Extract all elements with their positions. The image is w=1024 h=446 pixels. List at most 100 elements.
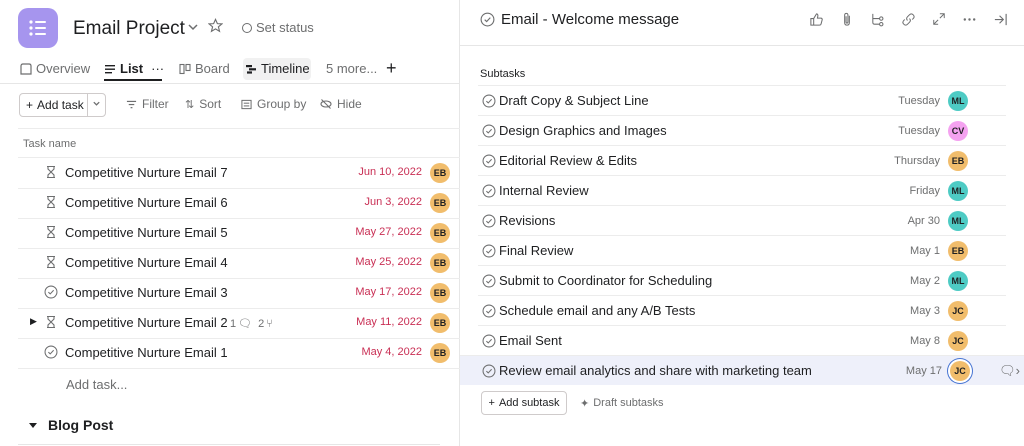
subtask-name[interactable]: Design Graphics and Images bbox=[499, 123, 667, 138]
subtask-row[interactable]: Final Review May 1 EB bbox=[478, 235, 1006, 265]
subtask-row[interactable]: Review email analytics and share with ma… bbox=[460, 355, 1024, 385]
due-date[interactable]: Jun 3, 2022 bbox=[365, 196, 423, 208]
sort-button[interactable]: ⇅ Sort bbox=[185, 97, 221, 111]
task-row[interactable]: Competitive Nurture Email 5 May 27, 2022 E… bbox=[18, 218, 460, 248]
task-row[interactable]: ▶ Competitive Nurture Email 2 1 🗨 2 ⑂ May 11, … bbox=[18, 308, 460, 338]
comment-icon[interactable]: 🗨› bbox=[999, 363, 1020, 379]
subtask-name[interactable]: Editorial Review & Edits bbox=[499, 153, 637, 168]
avatar[interactable]: EB bbox=[430, 253, 450, 273]
avatar[interactable]: ML bbox=[948, 271, 968, 291]
subtask-name[interactable]: Final Review bbox=[499, 243, 573, 258]
subtask-due-date[interactable]: Thursday bbox=[894, 155, 940, 167]
add-task-main[interactable]: + Add task bbox=[20, 94, 88, 116]
subtask-due-date[interactable]: Friday bbox=[909, 185, 940, 197]
tab-board[interactable]: Board bbox=[179, 61, 230, 76]
due-date[interactable]: Jun 10, 2022 bbox=[358, 166, 422, 178]
hourglass-icon[interactable] bbox=[44, 255, 58, 274]
check-circle-icon[interactable] bbox=[482, 364, 496, 383]
subtask-row[interactable]: Editorial Review & Edits Thursday EB bbox=[478, 145, 1006, 175]
star-icon[interactable] bbox=[207, 18, 224, 36]
detail-task-title[interactable]: Email - Welcome message bbox=[501, 11, 679, 28]
section-header-blog-post[interactable]: Blog Post bbox=[28, 417, 113, 433]
avatar[interactable]: EB bbox=[430, 343, 450, 363]
tab-overview[interactable]: Overview bbox=[20, 61, 90, 76]
subtask-due-date[interactable]: May 8 bbox=[910, 335, 940, 347]
add-tab-plus-icon[interactable]: + bbox=[386, 58, 397, 79]
task-meta[interactable]: 1 🗨 2 ⑂ bbox=[230, 317, 273, 330]
avatar[interactable]: JC bbox=[948, 301, 968, 321]
chevron-down-icon[interactable] bbox=[187, 20, 199, 36]
task-row[interactable]: Competitive Nurture Email 7 Jun 10, 2022 E… bbox=[18, 158, 460, 188]
set-status-button[interactable]: Set status bbox=[242, 20, 314, 35]
tab-list[interactable]: List ··· bbox=[104, 61, 164, 76]
task-name[interactable]: Competitive Nurture Email 2 bbox=[65, 315, 228, 330]
task-name[interactable]: Competitive Nurture Email 1 bbox=[65, 345, 228, 360]
add-task-dropdown-icon[interactable] bbox=[88, 99, 105, 111]
avatar[interactable]: CV bbox=[948, 121, 968, 141]
avatar[interactable]: EB bbox=[430, 223, 450, 243]
subtask-due-date[interactable]: Tuesday bbox=[898, 95, 940, 107]
task-row[interactable]: Competitive Nurture Email 1 May 4, 2022 EB bbox=[18, 338, 460, 368]
subtask-row[interactable]: Email Sent May 8 JC bbox=[478, 325, 1006, 355]
avatar[interactable]: ML bbox=[948, 181, 968, 201]
avatar[interactable]: JC bbox=[948, 331, 968, 351]
check-circle-icon[interactable] bbox=[482, 244, 496, 263]
subtask-row[interactable]: Internal Review Friday ML bbox=[478, 175, 1006, 205]
check-circle-icon[interactable] bbox=[482, 124, 496, 143]
subtask-due-date[interactable]: Tuesday bbox=[898, 125, 940, 137]
subtask-due-date[interactable]: May 2 bbox=[910, 275, 940, 287]
draft-subtasks-button[interactable]: ✦ Draft subtasks bbox=[580, 397, 664, 410]
project-title[interactable]: Email Project bbox=[73, 18, 185, 40]
close-pane-icon[interactable] bbox=[993, 12, 1008, 27]
caret-down-icon[interactable] bbox=[28, 420, 38, 430]
link-icon[interactable] bbox=[901, 12, 916, 27]
tab-more-icon[interactable]: ··· bbox=[151, 61, 164, 76]
more-options-icon[interactable] bbox=[962, 12, 977, 27]
subtask-row[interactable]: Submit to Coordinator for Scheduling May … bbox=[478, 265, 1006, 295]
task-row[interactable]: Competitive Nurture Email 4 May 25, 2022 E… bbox=[18, 248, 460, 278]
avatar[interactable]: EB bbox=[430, 313, 450, 333]
avatar[interactable]: EB bbox=[430, 283, 450, 303]
avatar[interactable]: ML bbox=[948, 91, 968, 111]
subtask-due-date[interactable]: May 1 bbox=[910, 245, 940, 257]
mark-complete-icon[interactable] bbox=[480, 12, 495, 27]
check-circle-icon[interactable] bbox=[482, 94, 496, 113]
subtask-name[interactable]: Review email analytics and share with ma… bbox=[499, 363, 812, 378]
subtask-due-date[interactable]: May 17 bbox=[906, 365, 942, 377]
avatar[interactable]: EB bbox=[430, 193, 450, 213]
avatar[interactable]: ML bbox=[948, 211, 968, 231]
add-task-button[interactable]: + Add task bbox=[19, 93, 106, 117]
add-task-inline-link[interactable]: Add task... bbox=[66, 377, 127, 392]
avatar[interactable]: JC bbox=[950, 361, 970, 381]
subtask-due-date[interactable]: May 3 bbox=[910, 305, 940, 317]
task-name[interactable]: Competitive Nurture Email 6 bbox=[65, 195, 228, 210]
task-name[interactable]: Competitive Nurture Email 5 bbox=[65, 225, 228, 240]
subtask-name[interactable]: Revisions bbox=[499, 213, 555, 228]
filter-button[interactable]: Filter bbox=[126, 97, 169, 111]
hourglass-icon[interactable] bbox=[44, 165, 58, 184]
paperclip-icon[interactable] bbox=[840, 12, 854, 27]
subtask-name[interactable]: Email Sent bbox=[499, 333, 562, 348]
check-circle-icon[interactable] bbox=[44, 285, 58, 304]
avatar[interactable]: EB bbox=[430, 163, 450, 183]
subtask-name[interactable]: Internal Review bbox=[499, 183, 589, 198]
subtask-row[interactable]: Design Graphics and Images Tuesday CV bbox=[478, 115, 1006, 145]
task-name[interactable]: Competitive Nurture Email 7 bbox=[65, 165, 228, 180]
due-date[interactable]: May 4, 2022 bbox=[361, 346, 422, 358]
subtask-row[interactable]: Revisions Apr 30 ML bbox=[478, 205, 1006, 235]
task-row[interactable]: Competitive Nurture Email 6 Jun 3, 2022 EB bbox=[18, 188, 460, 218]
check-circle-icon[interactable] bbox=[44, 345, 58, 364]
check-circle-icon[interactable] bbox=[482, 304, 496, 323]
check-circle-icon[interactable] bbox=[482, 214, 496, 233]
check-circle-icon[interactable] bbox=[482, 334, 496, 353]
task-row[interactable]: Competitive Nurture Email 3 May 17, 2022 E… bbox=[18, 278, 460, 308]
expand-icon[interactable] bbox=[932, 12, 946, 26]
task-name[interactable]: Competitive Nurture Email 4 bbox=[65, 255, 228, 270]
thumbs-up-icon[interactable] bbox=[809, 12, 824, 27]
avatar[interactable]: EB bbox=[948, 151, 968, 171]
subtask-row[interactable]: Schedule email and any A/B Tests May 3 JC bbox=[478, 295, 1006, 325]
tab-more[interactable]: 5 more... bbox=[326, 61, 377, 76]
due-date[interactable]: May 17, 2022 bbox=[355, 286, 422, 298]
check-circle-icon[interactable] bbox=[482, 154, 496, 173]
hourglass-icon[interactable] bbox=[44, 195, 58, 214]
